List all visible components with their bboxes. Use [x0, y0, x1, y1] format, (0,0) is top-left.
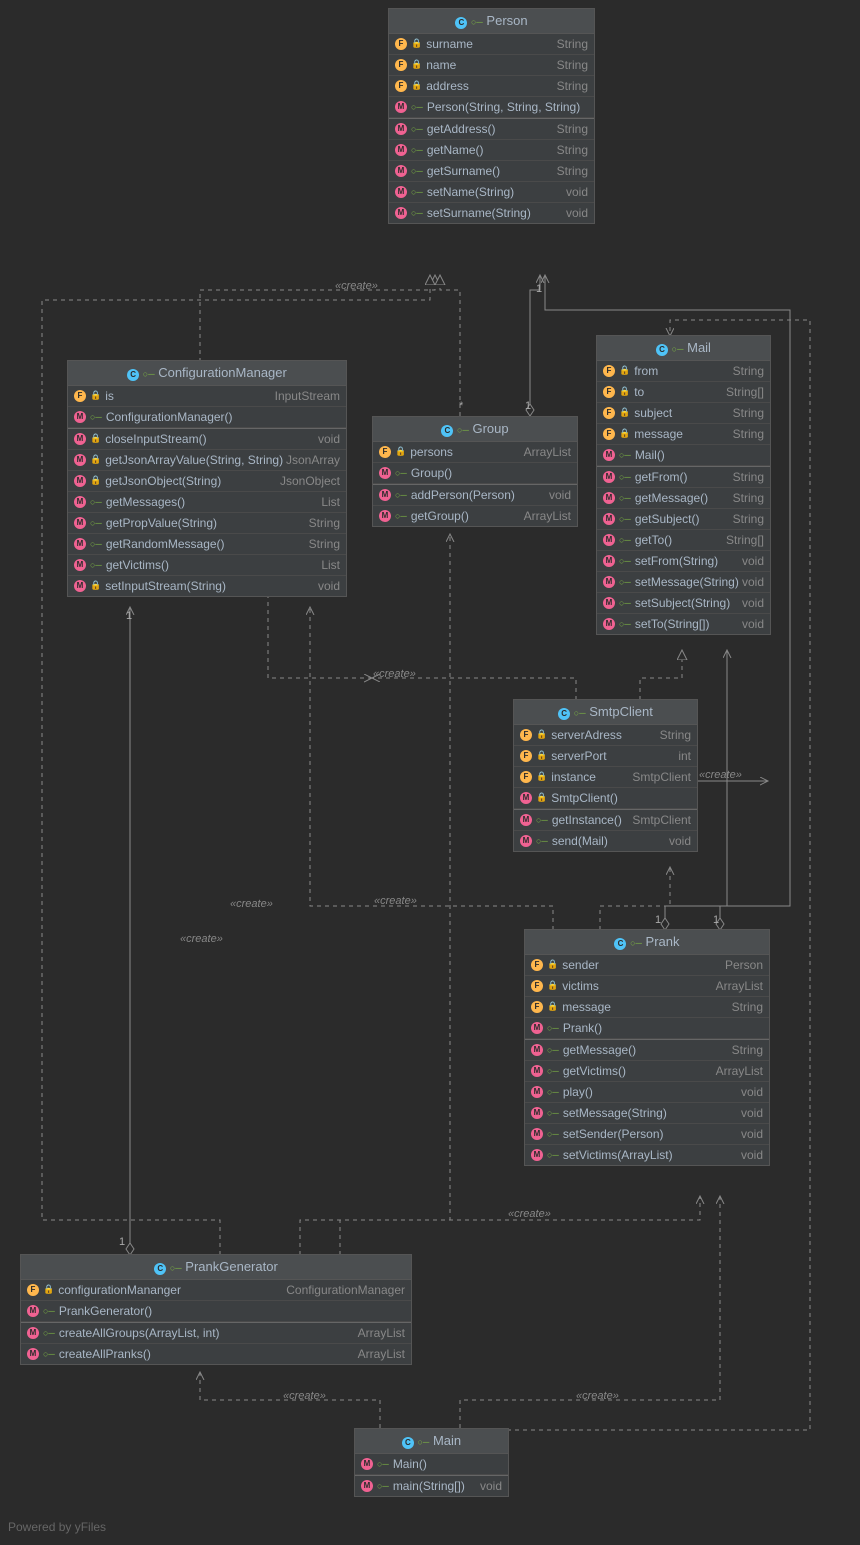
- field-row: F🔒subjectString: [597, 403, 770, 424]
- method-row: M○─getMessage()String: [525, 1039, 769, 1061]
- field-row: F🔒messageString: [597, 424, 770, 445]
- create-label: «create»: [180, 933, 223, 945]
- method-row: M○─setMessage(String)void: [597, 572, 770, 593]
- class-header: C ○─ Mail: [597, 336, 770, 361]
- class-header: C ○─ ConfigurationManager: [68, 361, 346, 386]
- method-row: M○─setFrom(String)void: [597, 551, 770, 572]
- multiplicity: 1: [655, 914, 661, 926]
- method-row: M○─Main(): [355, 1454, 508, 1475]
- field-row: F🔒isInputStream: [68, 386, 346, 407]
- class-Person[interactable]: C ○─ PersonF🔒surnameStringF🔒nameStringF🔒…: [388, 8, 595, 224]
- create-label: «create»: [335, 280, 378, 292]
- method-row: M○─getMessage()String: [597, 488, 770, 509]
- method-row: M○─getTo()String[]: [597, 530, 770, 551]
- class-header: C ○─ PrankGenerator: [21, 1255, 411, 1280]
- method-row: M○─Mail(): [597, 445, 770, 466]
- method-row: M○─getVictims()List: [68, 555, 346, 576]
- method-row: M○─getInstance()SmtpClient: [514, 809, 697, 831]
- field-row: F🔒serverPortint: [514, 746, 697, 767]
- method-row: M○─Group(): [373, 463, 577, 484]
- method-row: M○─PrankGenerator(): [21, 1301, 411, 1322]
- method-row: M○─getRandomMessage()String: [68, 534, 346, 555]
- method-row: M○─getName()String: [389, 140, 594, 161]
- method-row: M○─setMessage(String)void: [525, 1103, 769, 1124]
- multiplicity: 1: [536, 283, 542, 295]
- class-Mail[interactable]: C ○─ MailF🔒fromStringF🔒toString[]F🔒subje…: [596, 335, 771, 635]
- multiplicity: 1: [119, 1236, 125, 1248]
- method-row: M○─getPropValue(String)String: [68, 513, 346, 534]
- method-row: M○─setSurname(String)void: [389, 203, 594, 223]
- method-row: M○─setVictims(ArrayList)void: [525, 1145, 769, 1165]
- method-row: M○─setTo(String[])void: [597, 614, 770, 634]
- class-PrankGenerator[interactable]: C ○─ PrankGeneratorF🔒configurationManang…: [20, 1254, 412, 1365]
- class-Main[interactable]: C ○─ MainM○─Main()M○─main(String[])void: [354, 1428, 509, 1497]
- method-row: M🔒setInputStream(String)void: [68, 576, 346, 596]
- class-Prank[interactable]: C ○─ PrankF🔒senderPersonF🔒victimsArrayLi…: [524, 929, 770, 1166]
- method-row: M○─setName(String)void: [389, 182, 594, 203]
- method-row: M○─ConfigurationManager(): [68, 407, 346, 428]
- method-row: M○─getAddress()String: [389, 118, 594, 140]
- field-row: F🔒toString[]: [597, 382, 770, 403]
- method-row: M🔒SmtpClient(): [514, 788, 697, 809]
- footer: Powered by yFiles: [8, 1520, 106, 1534]
- create-label: «create»: [230, 898, 273, 910]
- method-row: M○─send(Mail)void: [514, 831, 697, 851]
- create-label: «create»: [374, 895, 417, 907]
- field-row: F🔒addressString: [389, 76, 594, 97]
- create-label: «create»: [699, 769, 742, 781]
- create-label: «create»: [373, 668, 416, 680]
- method-row: M○─Prank(): [525, 1018, 769, 1039]
- method-row: M○─setSender(Person)void: [525, 1124, 769, 1145]
- class-SmtpClient[interactable]: C ○─ SmtpClientF🔒serverAdressStringF🔒ser…: [513, 699, 698, 852]
- field-row: F🔒personsArrayList: [373, 442, 577, 463]
- field-row: F🔒serverAdressString: [514, 725, 697, 746]
- method-row: M○─createAllPranks()ArrayList: [21, 1344, 411, 1364]
- method-row: M○─setSubject(String)void: [597, 593, 770, 614]
- create-label: «create»: [508, 1208, 551, 1220]
- method-row: M○─getFrom()String: [597, 466, 770, 488]
- create-label: «create»: [576, 1390, 619, 1402]
- field-row: F🔒configurationManangerConfigurationMana…: [21, 1280, 411, 1301]
- method-row: M○─addPerson(Person)void: [373, 484, 577, 506]
- class-header: C ○─ Group: [373, 417, 577, 442]
- method-row: M○─Person(String, String, String): [389, 97, 594, 118]
- method-row: M🔒getJsonArrayValue(String, String)JsonA…: [68, 450, 346, 471]
- method-row: M○─getSurname()String: [389, 161, 594, 182]
- field-row: F🔒messageString: [525, 997, 769, 1018]
- method-row: M○─getGroup()ArrayList: [373, 506, 577, 526]
- multiplicity: 1: [525, 400, 531, 412]
- method-row: M○─main(String[])void: [355, 1475, 508, 1496]
- method-row: M○─getSubject()String: [597, 509, 770, 530]
- class-Group[interactable]: C ○─ GroupF🔒personsArrayListM○─Group()M○…: [372, 416, 578, 527]
- class-header: C ○─ Person: [389, 9, 594, 34]
- method-row: M○─play()void: [525, 1082, 769, 1103]
- field-row: F🔒fromString: [597, 361, 770, 382]
- multiplicity: 1: [713, 914, 719, 926]
- multiplicity: 1: [126, 610, 132, 622]
- field-row: F🔒senderPerson: [525, 955, 769, 976]
- method-row: M○─getVictims()ArrayList: [525, 1061, 769, 1082]
- class-ConfigurationManager[interactable]: C ○─ ConfigurationManagerF🔒isInputStream…: [67, 360, 347, 597]
- field-row: F🔒instanceSmtpClient: [514, 767, 697, 788]
- field-row: F🔒victimsArrayList: [525, 976, 769, 997]
- multiplicity: *: [459, 400, 463, 412]
- method-row: M🔒closeInputStream()void: [68, 428, 346, 450]
- method-row: M○─getMessages()List: [68, 492, 346, 513]
- method-row: M○─createAllGroups(ArrayList, int)ArrayL…: [21, 1322, 411, 1344]
- field-row: F🔒surnameString: [389, 34, 594, 55]
- method-row: M🔒getJsonObject(String)JsonObject: [68, 471, 346, 492]
- class-header: C ○─ SmtpClient: [514, 700, 697, 725]
- field-row: F🔒nameString: [389, 55, 594, 76]
- class-header: C ○─ Main: [355, 1429, 508, 1454]
- create-label: «create»: [283, 1390, 326, 1402]
- class-header: C ○─ Prank: [525, 930, 769, 955]
